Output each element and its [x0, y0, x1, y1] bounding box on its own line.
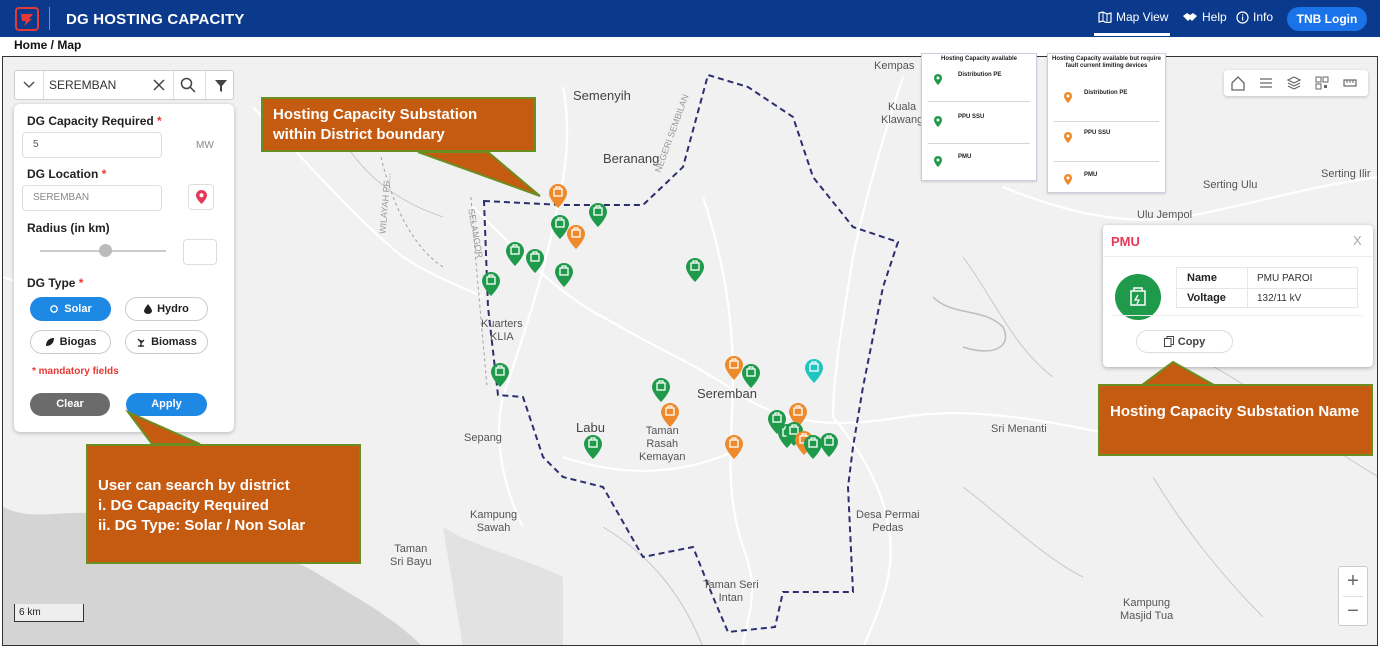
callout-search: User can search by district i. DG Capaci…: [86, 444, 361, 564]
callout-district-boundary: Hosting Capacity Substation within Distr…: [261, 97, 536, 152]
callout-substation-name: Hosting Capacity Substation Name: [1098, 384, 1373, 456]
